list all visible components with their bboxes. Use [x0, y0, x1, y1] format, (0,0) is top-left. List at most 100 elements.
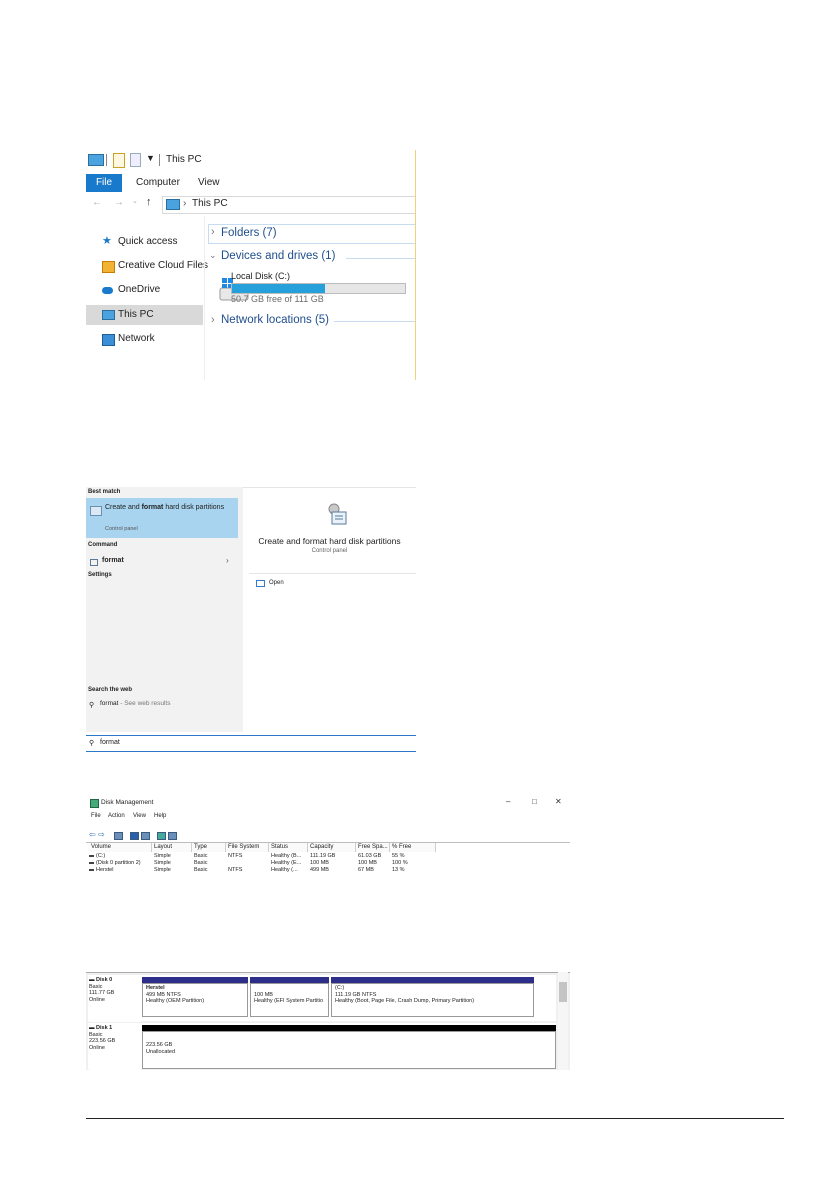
scrollbar-thumb[interactable]: [559, 982, 567, 1002]
column-header-status[interactable]: Status: [269, 843, 308, 852]
properties-icon[interactable]: [113, 153, 125, 168]
cell-percent-free: 100 %: [392, 860, 408, 866]
column-header-file-system[interactable]: File System: [226, 843, 269, 852]
volume-list: Volume Layout Type File System Status Ca…: [86, 842, 570, 973]
toolbar-divider: [159, 154, 160, 166]
open-action[interactable]: Open: [269, 580, 284, 586]
folders-section-title: Folders (7): [221, 227, 277, 239]
search-web-header: Search the web: [88, 687, 133, 693]
volume-icon: [89, 862, 94, 864]
detail-subtitle: Control panel: [311, 548, 348, 554]
toolbar: ⇦ ⇨: [86, 830, 570, 842]
up-arrow-icon[interactable]: ↑: [146, 196, 152, 208]
view-icon[interactable]: [168, 832, 177, 840]
web-result[interactable]: format - See web results: [100, 700, 170, 707]
cell-free-space: 100 MB: [358, 860, 377, 866]
best-match-result[interactable]: Create and format hard disk partitions C…: [86, 498, 238, 538]
properties-icon[interactable]: [141, 832, 150, 840]
close-icon[interactable]: ✕: [555, 797, 562, 806]
search-box-border: [86, 735, 416, 736]
menu-action[interactable]: Action: [108, 813, 125, 819]
console-tree-icon[interactable]: [114, 832, 123, 840]
section-rule: [334, 321, 416, 322]
expand-arrow-icon[interactable]: ›: [226, 556, 229, 565]
column-header-percent-free[interactable]: % Free: [390, 843, 436, 852]
cell-free-space: 67 MB: [358, 867, 374, 873]
nav-item-onedrive[interactable]: OneDrive: [86, 280, 203, 300]
cell-volume: (Disk 0 partition 2): [96, 860, 141, 866]
nav-item-creative-cloud-files[interactable]: Creative Cloud Files: [86, 256, 208, 276]
drive-usage-fill: [232, 284, 326, 293]
tab-computer[interactable]: Computer: [136, 177, 180, 188]
partition-status: Healthy (Boot, Page File, Crash Dump, Pr…: [335, 998, 475, 1004]
cell-free-space: 61.03 GB: [358, 853, 382, 859]
table-row[interactable]: (Disk 0 partition 2) Simple Basic Healthy (…: [86, 860, 436, 867]
nav-item-this-pc[interactable]: This PC: [86, 305, 203, 325]
cell-capacity: 499 MB: [310, 867, 329, 873]
column-header-layout[interactable]: Layout: [152, 843, 192, 852]
cloud-icon: [102, 287, 113, 294]
minimize-icon[interactable]: –: [506, 797, 510, 806]
cell-status: Healthy (E...: [271, 860, 302, 866]
column-header-type[interactable]: Type: [192, 843, 226, 852]
customize-toolbar-chevron-icon[interactable]: ▼: [146, 153, 155, 163]
disk-icon: ▬: [89, 977, 97, 983]
partition-herstel[interactable]: Herstel 499 MB NTFS Healthy (OEM Partiti…: [142, 977, 248, 1017]
expand-chevron-icon[interactable]: ›: [211, 314, 215, 326]
help-icon[interactable]: [130, 832, 139, 840]
cell-layout: Simple: [154, 860, 171, 866]
maximize-icon[interactable]: □: [532, 797, 537, 806]
volume-icon: [89, 855, 94, 857]
partition-status: Healthy (EFI System Partitio: [254, 998, 324, 1004]
column-header-free-space[interactable]: Free Spa...: [356, 843, 390, 852]
nav-item-quick-access[interactable]: ★ Quick access: [86, 232, 203, 252]
tab-file[interactable]: File: [86, 174, 122, 192]
network-section-title[interactable]: Network locations (5): [221, 314, 329, 326]
cell-capacity: 100 MB: [310, 860, 329, 866]
forward-arrow-icon[interactable]: ⇨: [98, 830, 105, 839]
back-arrow-icon[interactable]: ⇦: [89, 830, 96, 839]
partition-c[interactable]: (C:) 111.19 GB NTFS Healthy (Boot, Page …: [331, 977, 534, 1017]
nav-item-network[interactable]: Network: [86, 329, 203, 349]
nav-item-label: Creative Cloud Files: [118, 260, 209, 271]
detail-divider: [249, 573, 416, 574]
window-title: Disk Management: [101, 799, 154, 806]
disk-management-large-icon: [328, 503, 347, 525]
disk-1-header[interactable]: ▬ Disk 1 Basic 223.56 GB Online: [89, 1025, 141, 1070]
column-header-volume[interactable]: Volume: [89, 843, 152, 852]
best-match-subtitle: Control panel: [105, 526, 138, 532]
title-bar: Disk Management – □ ✕: [86, 796, 570, 810]
tab-view[interactable]: View: [198, 177, 220, 188]
table-row[interactable]: (C:) Simple Basic NTFS Healthy (B... 111.19 G…: [86, 853, 436, 860]
refresh-icon[interactable]: [157, 832, 166, 840]
best-match-header: Best match: [88, 489, 121, 495]
settings-header: Settings: [88, 572, 112, 578]
best-match-title: Create and format hard disk partitions: [105, 504, 225, 511]
menu-file[interactable]: File: [91, 813, 101, 819]
new-folder-icon[interactable]: [130, 153, 141, 167]
menu-help[interactable]: Help: [154, 813, 166, 819]
expand-chevron-icon[interactable]: ›: [211, 226, 215, 238]
address-bar-row: ← → ⌄ ↑ › This PC: [86, 196, 416, 214]
command-result[interactable]: format: [102, 557, 124, 564]
nav-item-label: Quick access: [118, 236, 178, 247]
quick-access-toolbar: ▼ This PC: [86, 150, 416, 172]
collapse-chevron-icon[interactable]: ⌄: [209, 250, 217, 261]
window-title: This PC: [166, 154, 202, 165]
breadcrumb-this-pc[interactable]: This PC: [192, 198, 228, 209]
partition-efi[interactable]: 100 MB Healthy (EFI System Partitio: [250, 977, 329, 1017]
disk-management-icon: [90, 506, 102, 516]
column-header-capacity[interactable]: Capacity: [308, 843, 356, 852]
nav-item-label: Network: [118, 333, 155, 344]
forward-arrow-icon[interactable]: →: [114, 197, 124, 208]
unallocated-space[interactable]: 223.56 GB Unallocated: [142, 1025, 556, 1069]
creative-cloud-folder-icon: [102, 261, 115, 273]
back-arrow-icon[interactable]: ←: [92, 197, 102, 208]
disk-0-header[interactable]: ▬ Disk 0 Basic 111.77 GB Online: [89, 977, 141, 1022]
menu-view[interactable]: View: [133, 813, 146, 819]
search-input[interactable]: format: [100, 739, 120, 746]
devices-section-title[interactable]: Devices and drives (1): [221, 250, 335, 262]
recent-locations-chevron-icon[interactable]: ⌄: [132, 197, 138, 205]
detail-pane-border: [243, 487, 416, 488]
table-row[interactable]: Herstel Simple Basic NTFS Healthy (... 499 MB…: [86, 867, 436, 874]
